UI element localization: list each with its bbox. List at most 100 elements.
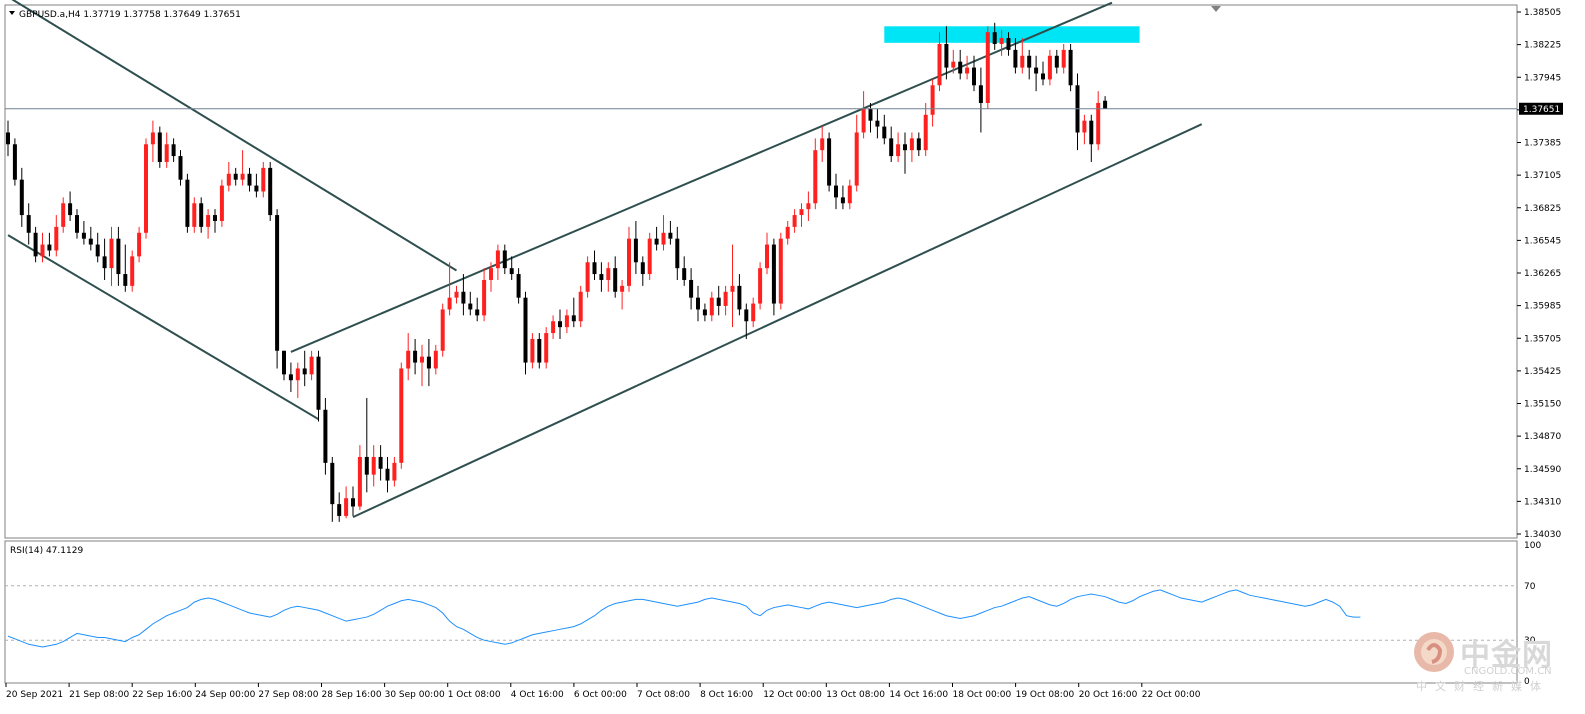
- candle-body: [185, 179, 190, 227]
- candle-body: [454, 291, 459, 298]
- candle-body: [889, 138, 894, 157]
- candle-body: [378, 456, 383, 469]
- candle-body: [247, 173, 252, 186]
- time-tick-label: 24 Sep 00:00: [195, 690, 255, 700]
- candle-body: [1013, 49, 1018, 68]
- rsi-panel-frame: [4, 540, 1518, 684]
- candle-body: [999, 38, 1004, 44]
- candle-body: [530, 338, 535, 363]
- candle-body: [213, 215, 217, 221]
- candle-body: [958, 61, 963, 74]
- candle-body: [33, 232, 38, 257]
- candle-body: [765, 244, 769, 269]
- candle-body: [627, 238, 631, 286]
- candle-body: [571, 315, 576, 322]
- candle-body: [137, 232, 142, 257]
- candle-body: [647, 238, 652, 275]
- candle-body: [951, 61, 956, 68]
- time-tick-label: 22 Oct 00:00: [1142, 690, 1201, 700]
- candle-body: [1054, 55, 1059, 68]
- time-tick-label: 1 Oct 08:00: [448, 690, 501, 700]
- candle-body: [316, 356, 321, 410]
- candle-body: [820, 138, 825, 151]
- time-tick-label: 18 Oct 00:00: [953, 690, 1012, 700]
- rsi-header: RSI(14) 47.1129: [10, 546, 83, 556]
- candle-body: [268, 167, 273, 216]
- price-tick-label: 1.35425: [1524, 367, 1561, 377]
- candle-body: [758, 268, 763, 304]
- candle-body: [75, 215, 79, 233]
- candle-body: [620, 285, 625, 292]
- candle-body: [1034, 67, 1039, 74]
- candle-body: [61, 203, 66, 227]
- candle-body: [992, 32, 997, 44]
- candle-body: [730, 285, 735, 292]
- candle-body: [868, 108, 873, 121]
- candle-body: [558, 321, 562, 328]
- candle-body: [288, 374, 293, 381]
- candle: [578, 285, 583, 328]
- candle: [827, 132, 832, 192]
- price-tick-label: 1.37945: [1524, 73, 1561, 83]
- cngold-logo-icon: [1414, 632, 1454, 672]
- candle: [157, 126, 162, 168]
- candle-body: [489, 268, 493, 280]
- watermark-en: CNGOLD.COM.CN: [1464, 666, 1552, 677]
- candle: [130, 250, 135, 292]
- candle-body: [847, 185, 852, 204]
- candle-body: [827, 138, 832, 186]
- candle: [275, 209, 280, 369]
- candle-body: [254, 185, 259, 192]
- candle-body: [40, 244, 45, 257]
- candle-body: [226, 173, 231, 186]
- candle-body: [426, 356, 431, 369]
- candle-body: [972, 67, 976, 86]
- candle-body: [834, 185, 838, 198]
- resistance-zone[interactable]: [884, 26, 1140, 43]
- candle-body: [1061, 49, 1066, 68]
- candle-body: [371, 456, 376, 475]
- candle: [440, 303, 445, 357]
- candle-body: [792, 215, 797, 227]
- candle-body: [716, 297, 721, 306]
- chart-window: 1.385051.382251.379451.376651.373851.371…: [0, 0, 1585, 710]
- candle-body: [737, 285, 742, 310]
- candle-body: [723, 291, 728, 306]
- watermark: 中金网 CNGOLD.COM.CN 中文财经新媒体: [1410, 628, 1580, 698]
- candle-body: [364, 456, 369, 475]
- candle-body: [240, 173, 245, 180]
- candle-body: [702, 309, 707, 316]
- candle-body: [1082, 120, 1087, 133]
- candle-body: [799, 209, 804, 216]
- candle-body: [344, 498, 349, 516]
- candle-body: [682, 268, 687, 280]
- candle-body: [875, 120, 880, 127]
- candle-body: [164, 144, 169, 162]
- candle-body: [778, 238, 783, 304]
- price-tick-label: 1.38225: [1524, 41, 1561, 51]
- candle-body: [199, 203, 204, 227]
- candle-body: [81, 232, 86, 239]
- chart-canvas[interactable]: 1.385051.382251.379451.376651.373851.371…: [0, 0, 1585, 710]
- candle-body: [923, 114, 928, 151]
- time-tick-label: 28 Sep 16:00: [322, 690, 382, 700]
- price-tick-label: 1.36265: [1524, 269, 1561, 279]
- time-tick-label: 21 Sep 08:00: [69, 690, 129, 700]
- candle-body: [54, 226, 59, 251]
- candle-body: [406, 350, 411, 369]
- candle-body: [102, 256, 107, 269]
- candle-body: [157, 132, 162, 162]
- candle: [544, 327, 549, 369]
- current-price-label: 1.37651: [1523, 105, 1560, 115]
- time-tick-label: 19 Oct 08:00: [1016, 690, 1075, 700]
- candle-body: [909, 138, 914, 151]
- candle-body: [323, 409, 328, 463]
- candle-body: [840, 197, 845, 204]
- price-tick-label: 1.35985: [1524, 302, 1561, 312]
- candle-body: [392, 462, 397, 481]
- candle-body: [130, 256, 135, 286]
- candle-body: [295, 368, 300, 381]
- candle-body: [116, 238, 121, 275]
- candle-body: [771, 244, 776, 304]
- candle-body: [523, 297, 528, 363]
